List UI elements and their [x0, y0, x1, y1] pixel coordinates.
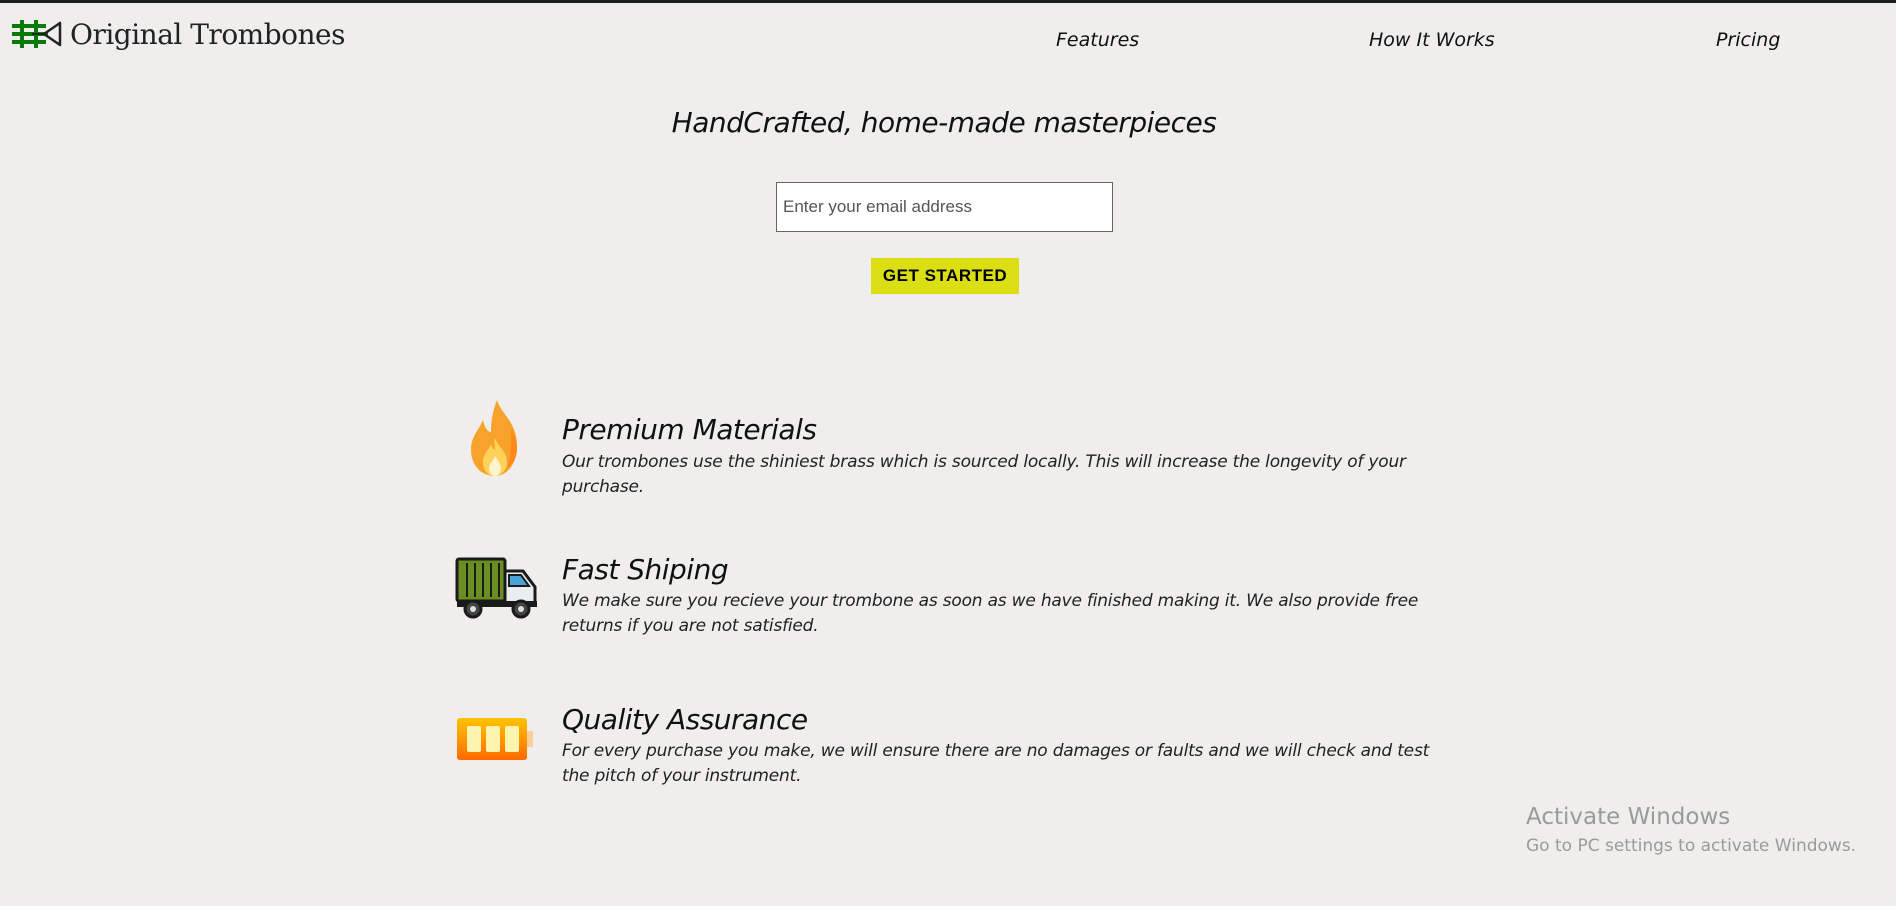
trombone-logo-icon [12, 17, 64, 51]
get-started-button[interactable]: GET STARTED [871, 258, 1019, 294]
fire-icon [455, 398, 541, 484]
watermark-title: Activate Windows [1526, 804, 1731, 830]
windows-activation-watermark: Activate Windows Go to PC settings to ac… [1526, 804, 1856, 856]
hero-title: HandCrafted, home-made masterpieces [671, 106, 1217, 139]
feature-title: Fast Shiping [562, 553, 729, 586]
feature-title: Premium Materials [562, 413, 817, 446]
nav-link-how-it-works[interactable]: How It Works [1369, 29, 1495, 51]
brand-logo[interactable]: Original Trombones [12, 17, 345, 51]
feature-description: For every purchase you make, we will ens… [562, 741, 1430, 786]
feature-description: We make sure you recieve your trombone a… [562, 591, 1419, 636]
nav-link-features[interactable]: Features [1056, 29, 1139, 51]
site-header: Original Trombones Features How It Works… [0, 3, 1896, 63]
feature-description: Our trombones use the shiniest brass whi… [562, 452, 1406, 497]
nav-link-pricing[interactable]: Pricing [1716, 29, 1780, 51]
truck-icon [455, 553, 541, 639]
watermark-subtitle: Go to PC settings to activate Windows. [1526, 836, 1857, 856]
email-input[interactable] [776, 182, 1113, 232]
battery-icon [455, 703, 541, 789]
brand-name: Original Trombones [70, 17, 345, 51]
feature-title: Quality Assurance [562, 703, 808, 736]
